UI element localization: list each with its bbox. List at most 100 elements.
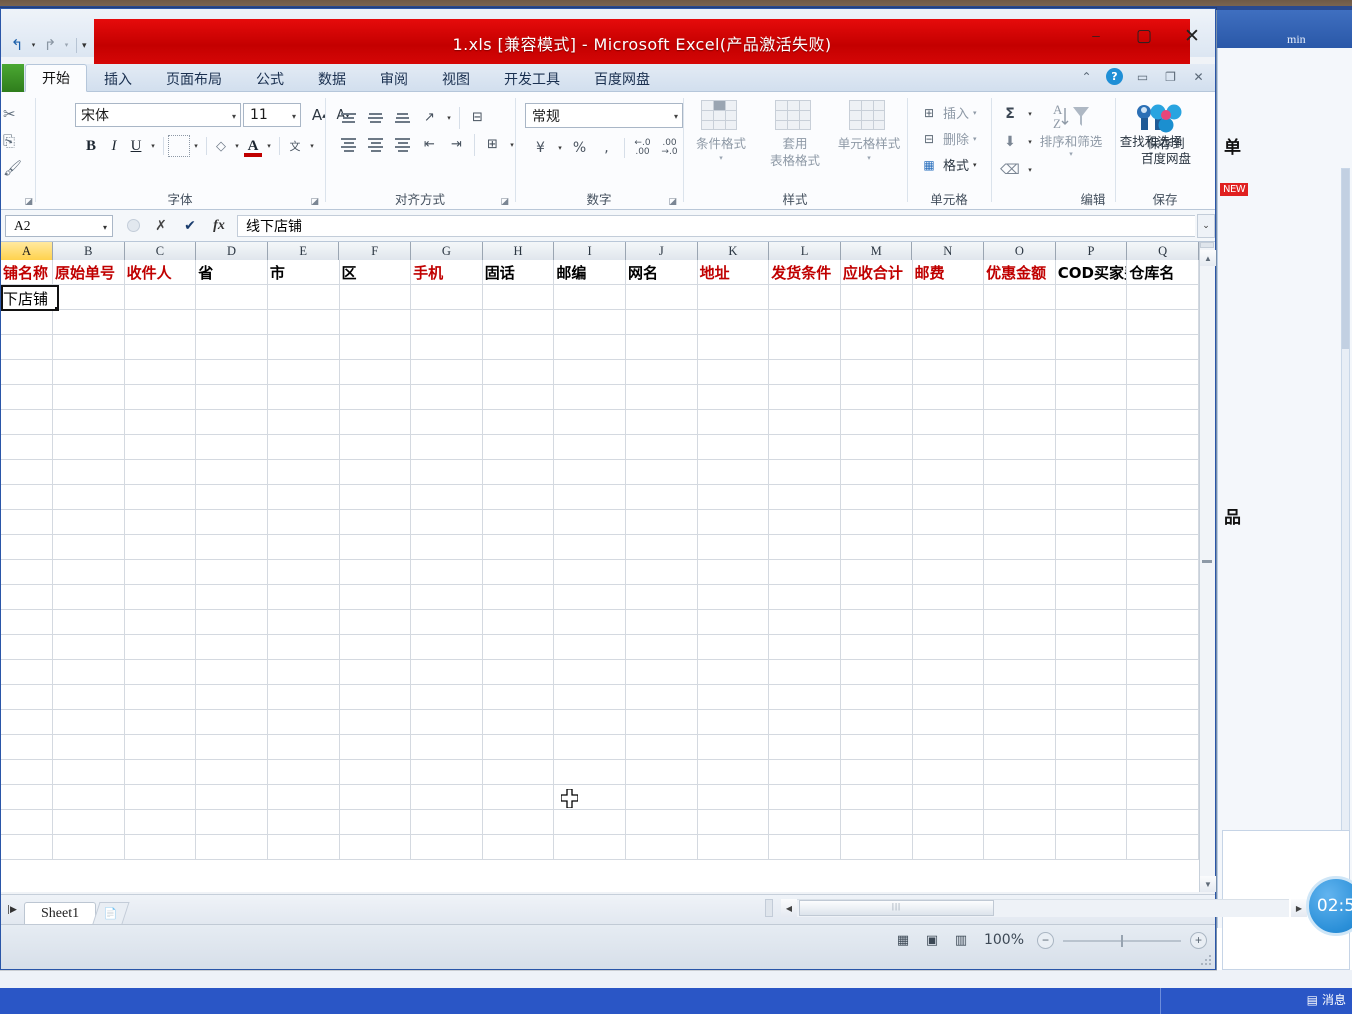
cell-H11[interactable] [482,510,555,535]
bold-icon[interactable]: B [79,134,103,158]
cell-F15[interactable] [339,610,412,635]
cell-H23[interactable] [482,810,555,835]
table-row[interactable] [1,610,1200,635]
cell-A16[interactable] [1,635,54,660]
cell-L19[interactable] [769,710,841,735]
cell-O21[interactable] [984,760,1056,785]
cell-P23[interactable] [1055,810,1128,835]
cell-O19[interactable] [984,710,1056,735]
cell-C19[interactable] [124,710,197,735]
cell-E2[interactable] [267,285,340,310]
cell-A14[interactable] [1,585,54,610]
fill-color-caret-icon[interactable]: ▾ [231,134,243,158]
cell-N13[interactable] [912,560,985,585]
tab-formulas[interactable]: 公式 [239,64,301,92]
cell-P7[interactable] [1055,410,1128,435]
cell-J24[interactable] [626,835,698,860]
cell-I17[interactable] [554,660,627,685]
copy-icon[interactable]: ⎘ [3,127,29,154]
cut-icon[interactable]: ✂ [3,100,29,127]
cell-I3[interactable] [554,310,627,335]
column-header-M[interactable]: M [840,242,913,260]
cell-E15[interactable] [267,610,340,635]
cell-Q1[interactable]: 仓库名 [1127,260,1200,285]
cell-P1[interactable]: COD买家费 [1055,260,1128,285]
save-to-baidu-button[interactable]: 保存到 百度网盘 [1124,100,1208,166]
cell-O22[interactable] [984,785,1056,810]
cell-E19[interactable] [267,710,340,735]
cell-F3[interactable] [339,310,412,335]
cell-I20[interactable] [554,735,627,760]
cell-L10[interactable] [769,485,841,510]
cell-N5[interactable] [912,360,985,385]
hscroll-left-arrow-icon[interactable]: ◀ [781,899,797,917]
zoom-in-button[interactable]: + [1190,931,1207,949]
cell-E14[interactable] [267,585,340,610]
cell-H9[interactable] [482,460,555,485]
cell-L5[interactable] [769,360,841,385]
cell-A22[interactable] [1,785,54,810]
cell-L8[interactable] [769,435,841,460]
cell-E4[interactable] [267,335,340,360]
cell-I13[interactable] [554,560,627,585]
tab-developer[interactable]: 开发工具 [487,64,577,92]
cell-O3[interactable] [984,310,1056,335]
currency-caret-icon[interactable]: ▾ [554,136,566,160]
underline-caret-icon[interactable]: ▾ [147,134,159,158]
cell-G12[interactable] [411,535,483,560]
column-header-P[interactable]: P [1055,242,1128,260]
autosum-icon[interactable]: Σ [999,104,1021,124]
cell-H1[interactable]: 固话 [482,260,555,285]
cell-J4[interactable] [626,335,698,360]
cell-K23[interactable] [697,810,770,835]
cell-F1[interactable]: 区 [339,260,412,285]
cell-L9[interactable] [769,460,841,485]
cell-E5[interactable] [267,360,340,385]
cell-N12[interactable] [912,535,985,560]
cell-I1[interactable]: 邮编 [554,260,627,285]
cell-M8[interactable] [840,435,913,460]
cell-I11[interactable] [554,510,627,535]
cell-B2[interactable] [53,285,125,310]
cell-K18[interactable] [697,685,770,710]
tab-insert[interactable]: 插入 [87,64,149,92]
cell-Q4[interactable] [1127,335,1200,360]
cell-F19[interactable] [339,710,412,735]
cell-N15[interactable] [912,610,985,635]
table-row[interactable] [1,810,1200,835]
taskbar-message-label[interactable]: 消息 [1322,991,1346,1008]
currency-icon[interactable]: ¥ [527,135,554,160]
cell-E3[interactable] [267,310,340,335]
workbook-minimize-icon[interactable]: ▭ [1134,68,1151,85]
cell-A5[interactable] [1,360,54,385]
cell-P19[interactable] [1055,710,1128,735]
cell-K17[interactable] [697,660,770,685]
cell-O14[interactable] [984,585,1056,610]
cell-B20[interactable] [53,735,125,760]
cell-C4[interactable] [124,335,197,360]
tab-page-layout[interactable]: 页面布局 [149,64,239,92]
column-header-G[interactable]: G [411,242,483,260]
scroll-down-icon[interactable]: ▼ [1200,876,1216,892]
cell-F10[interactable] [339,485,412,510]
taskbar-tray[interactable]: ▤ 消息 [1307,991,1346,1008]
cell-N22[interactable] [912,785,985,810]
cell-I10[interactable] [554,485,627,510]
cell-K2[interactable] [697,285,770,310]
cell-B7[interactable] [53,410,125,435]
align-center-icon[interactable] [362,132,389,157]
underline-icon[interactable]: U [125,134,147,158]
cell-C23[interactable] [124,810,197,835]
format-as-table-button[interactable]: 套用 表格格式 [759,100,831,168]
cell-G15[interactable] [411,610,483,635]
cell-D14[interactable] [196,585,268,610]
cell-A18[interactable] [1,685,54,710]
font-size-caret-icon[interactable]: ▾ [292,112,296,121]
cell-E12[interactable] [267,535,340,560]
number-format-caret-icon[interactable]: ▾ [674,112,678,121]
cell-L1[interactable]: 发货条件 [769,260,841,285]
file-tab[interactable] [2,64,24,92]
cell-N7[interactable] [912,410,985,435]
cell-H18[interactable] [482,685,555,710]
cell-C16[interactable] [124,635,197,660]
